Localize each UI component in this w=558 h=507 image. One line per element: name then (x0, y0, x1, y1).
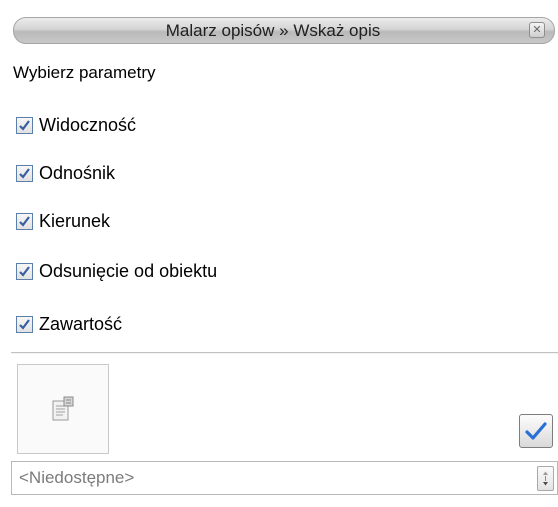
checkbox-offset[interactable]: Odsunięcie od obiektu (16, 261, 217, 282)
checkbox-label: Odsunięcie od obiektu (39, 261, 218, 281)
checkbox-label: Widoczność (39, 115, 137, 135)
checkbox-visibility[interactable]: Widoczność (16, 115, 136, 136)
checkmark-icon (19, 168, 30, 179)
checkmark-icon (19, 319, 30, 330)
checkmark-icon (19, 266, 30, 277)
checkbox-box[interactable] (16, 263, 33, 280)
checkbox-content[interactable]: Zawartość (16, 314, 122, 335)
checkmark-icon (19, 120, 30, 131)
confirm-button[interactable] (519, 414, 553, 448)
checkbox-box[interactable] (16, 213, 33, 230)
checkbox-box[interactable] (16, 117, 33, 134)
checkmark-icon (19, 216, 30, 227)
combo-value: <Niedostępne> (19, 468, 135, 487)
properties-icon (52, 396, 74, 421)
section-label: Wybierz parametry (13, 63, 156, 82)
title-bar[interactable]: Malarz opisów » Wskaż opis ✕ (13, 17, 555, 44)
checkbox-label: Kierunek (39, 211, 111, 231)
checkbox-direction[interactable]: Kierunek (16, 211, 110, 232)
checkbox-leader[interactable]: Odnośnik (16, 163, 115, 184)
checkbox-box[interactable] (16, 316, 33, 333)
divider (11, 352, 558, 354)
checkbox-label: Zawartość (39, 314, 123, 334)
close-icon: ✕ (532, 23, 542, 36)
value-combo[interactable]: <Niedostępne> (11, 461, 558, 495)
close-button[interactable]: ✕ (529, 22, 545, 38)
window-title: Malarz opisów » Wskaż opis (165, 20, 381, 40)
spin-button[interactable] (537, 466, 554, 491)
spinner-icon (543, 471, 548, 486)
checkbox-label: Odnośnik (39, 163, 116, 183)
properties-button[interactable] (17, 364, 109, 454)
tool-panel: Malarz opisów » Wskaż opis ✕ Wybierz par… (0, 0, 558, 507)
checkbox-box[interactable] (16, 165, 33, 182)
checkmark-icon (525, 422, 547, 440)
